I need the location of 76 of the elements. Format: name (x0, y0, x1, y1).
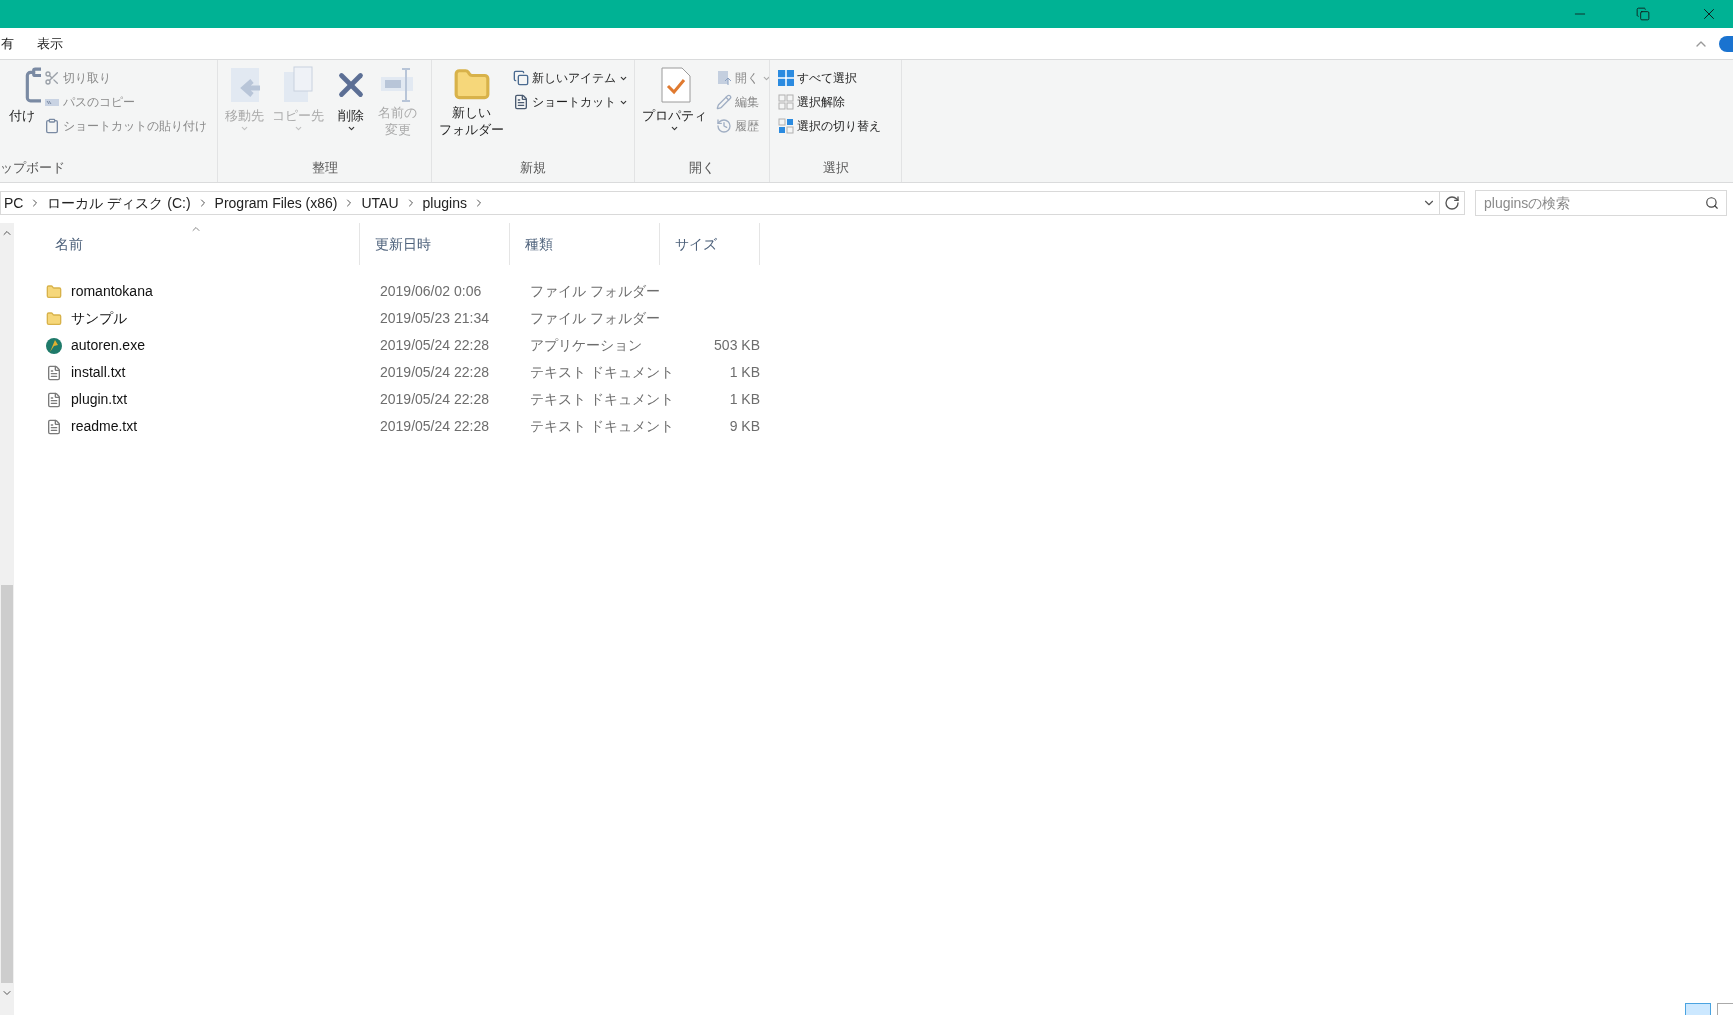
ribbon-button[interactable]: 選択の切り替え (778, 114, 881, 138)
edit-icon (716, 94, 732, 110)
type-cell: テキスト ドキュメント (530, 364, 674, 380)
ribbon-button[interactable]: 選択解除 (778, 90, 881, 114)
view-toggle[interactable] (1685, 1003, 1711, 1015)
file-name[interactable]: autoren.exe (64, 335, 374, 356)
file-name[interactable]: romantokana (64, 281, 374, 302)
date-cell-text: 2019/05/24 22:28 (379, 336, 490, 355)
file-name[interactable]: plugin.txt (64, 389, 374, 410)
type-cell: ファイル フォルダー (530, 310, 660, 326)
column-header[interactable]: 名前 (40, 223, 360, 265)
history-icon (716, 118, 732, 134)
date-cell-text: 2019/06/02 0:06 (379, 282, 483, 301)
search-icon[interactable] (1705, 196, 1719, 210)
caret-icon (346, 124, 356, 133)
new-item-icon (513, 70, 529, 86)
group-label: 新規 (520, 160, 546, 175)
ribbon-button[interactable]: すべて選択 (778, 66, 881, 90)
caret-icon (293, 124, 303, 133)
select-none-icon (778, 94, 794, 110)
file-name[interactable]: install.txt (64, 362, 374, 383)
breadcrumb[interactable]: PC (1, 192, 27, 214)
type-cell: アプリケーション (530, 337, 642, 353)
date-cell-text: 2019/05/24 22:28 (379, 363, 490, 382)
group-label: 開く (689, 160, 715, 175)
group-label: 選択 (822, 160, 849, 175)
breadcrumb[interactable]: UTAU (358, 192, 402, 214)
file-name[interactable]: サンプル (64, 308, 374, 329)
group-label: 整理 (311, 160, 338, 175)
folder-icon (46, 310, 62, 327)
caret-icon (240, 124, 249, 133)
size-cell: 1 KB (729, 364, 760, 380)
text-file-icon (46, 391, 62, 408)
ribbon-button[interactable]: 削除 (329, 62, 373, 158)
type-cell: ファイル フォルダー (530, 283, 660, 299)
clipboard-icon (44, 118, 60, 134)
column-header[interactable]: 更新日時 (360, 223, 510, 265)
app-icon (45, 336, 63, 355)
date-cell-text: 2019/05/24 22:28 (379, 390, 490, 409)
search-field[interactable]: pluginsの検索 (1475, 190, 1727, 216)
ribbon-tab[interactable]: 有 (0, 27, 15, 60)
ribbon-button[interactable]: ショートカット (513, 90, 628, 114)
date-cell-text: 2019/05/24 22:28 (379, 417, 490, 436)
scroll-thumb[interactable] (1, 585, 13, 983)
ribbon-tab[interactable]: 表示 (35, 27, 65, 60)
folder-icon (46, 283, 62, 300)
breadcrumb[interactable]: plugins (419, 192, 470, 214)
group-label: ップボード (0, 160, 65, 175)
date-cell-text: 2019/05/23 21:34 (379, 309, 490, 328)
restore-icon[interactable] (1636, 7, 1650, 21)
type-cell: テキスト ドキュメント (530, 391, 674, 407)
column-header[interactable]: 種類 (510, 223, 660, 265)
help-icon[interactable] (1719, 35, 1733, 52)
ribbon-button[interactable]: 付け (0, 62, 44, 158)
size-cell: 9 KB (729, 418, 760, 434)
size-cell: 1 KB (729, 391, 760, 407)
invert-selection-icon (778, 118, 794, 134)
refresh-icon[interactable] (1444, 195, 1460, 211)
scrollbar[interactable] (0, 223, 14, 1015)
size-cell: 503 KB (714, 337, 760, 353)
shortcut-icon (513, 94, 529, 110)
column-header[interactable]: サイズ (660, 223, 760, 265)
scissors-icon (44, 70, 60, 86)
open-icon (716, 70, 732, 86)
ribbon-button[interactable]: 新しい フォルダー (436, 62, 507, 158)
breadcrumb[interactable]: Program Files (x86) (211, 192, 341, 214)
select-all-icon (778, 70, 794, 86)
breadcrumb[interactable]: ローカル ディスク (C:) (44, 192, 194, 214)
ribbon-button[interactable]: 新しいアイテム (513, 66, 628, 90)
file-name[interactable]: readme.txt (64, 416, 374, 437)
address-bar[interactable]: PC ローカル ディスク (C:) Program Files (x86) UTAU plugins (0, 191, 1465, 215)
text-file-icon (46, 418, 62, 435)
type-cell: テキスト ドキュメント (530, 418, 674, 434)
caret-icon (670, 124, 679, 133)
text-file-icon (46, 364, 62, 381)
ribbon-button[interactable]: プロパティ (639, 62, 710, 158)
